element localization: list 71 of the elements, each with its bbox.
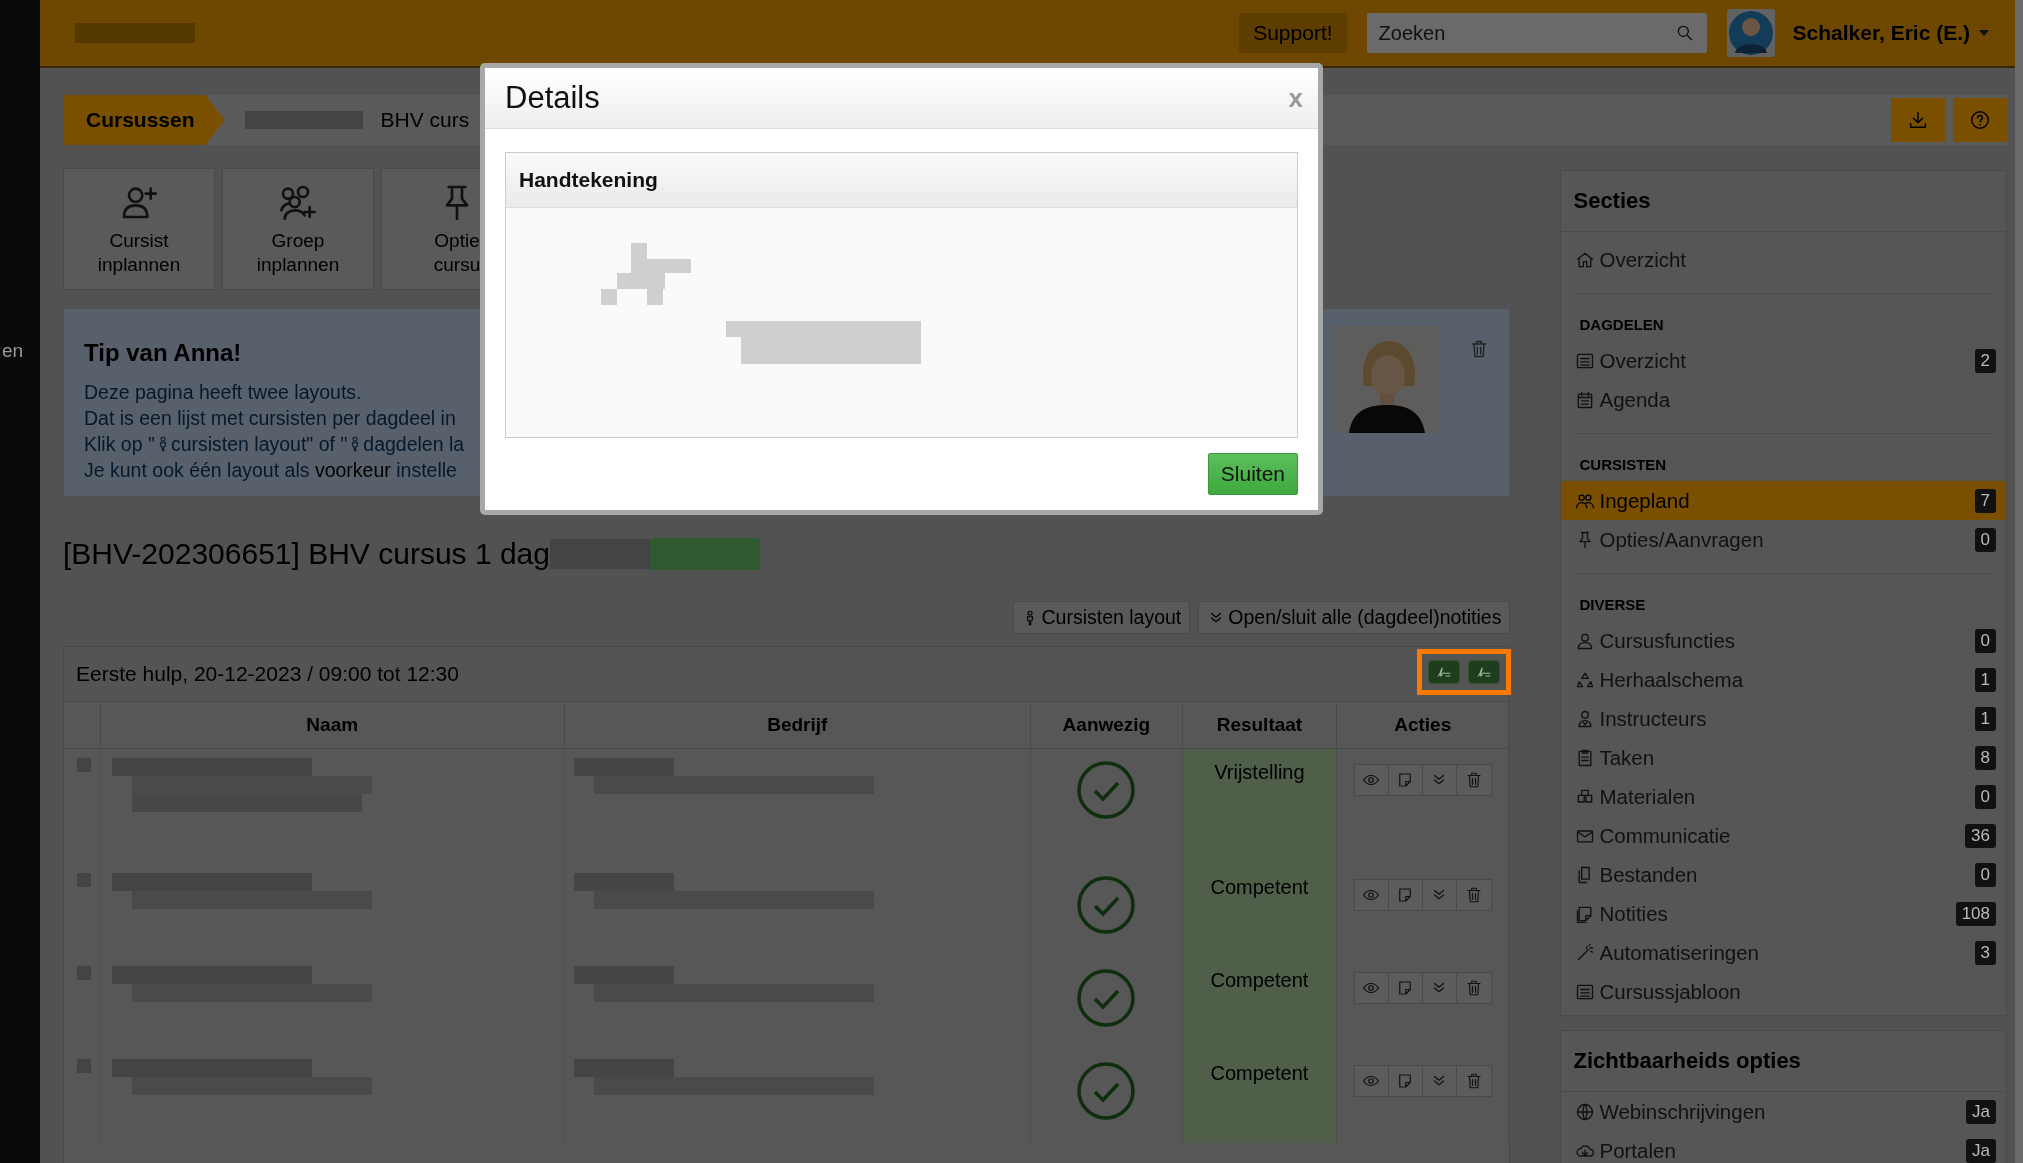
trash-icon bbox=[1464, 885, 1483, 904]
trash-icon bbox=[1464, 1071, 1483, 1090]
tip-text: Deze pagina heeft twee layouts. bbox=[84, 380, 362, 405]
count-badge: 7 bbox=[1974, 488, 1996, 513]
sidebar-label: en bbox=[2, 340, 25, 362]
sidebar-item[interactable]: Portalen Ja bbox=[1561, 1131, 2006, 1163]
download-button[interactable] bbox=[1891, 98, 1945, 142]
tip-text: Dat is een lijst met cursisten per dagdeel in bbox=[84, 406, 456, 431]
tip-text: cursisten layout" of " bbox=[170, 432, 348, 457]
column-header: Acties bbox=[1394, 714, 1452, 735]
trash-icon bbox=[1464, 771, 1483, 789]
sidebar-item[interactable]: Cursusfuncties 0 bbox=[1561, 621, 2006, 660]
sidebar-item[interactable]: Materialen 0 bbox=[1561, 777, 2006, 816]
avatar-icon[interactable] bbox=[1726, 9, 1775, 57]
count-badge: 3 bbox=[1974, 940, 1996, 965]
count-badge: 0 bbox=[1974, 527, 1996, 552]
trash-icon bbox=[1464, 978, 1483, 997]
sidebar-item[interactable]: Herhaalschema 1 bbox=[1561, 660, 2006, 699]
count-badge: 0 bbox=[1974, 628, 1996, 653]
sidebar-item[interactable]: Communicatie 36 bbox=[1561, 816, 2006, 855]
dialog-title: Details bbox=[505, 80, 601, 116]
sidebar-item[interactable]: Taken 8 bbox=[1561, 738, 2006, 777]
result-text: Competent bbox=[1210, 1061, 1309, 1084]
sidebar-item[interactable]: Ingepland 7 bbox=[1561, 481, 2006, 520]
download-icon bbox=[1907, 109, 1929, 131]
result-text: Competent bbox=[1210, 875, 1309, 898]
section-heading: DIVERSE bbox=[1579, 596, 1646, 613]
panel-title: Zichtbaarheids opties bbox=[1573, 1048, 1801, 1074]
tip-text: instelle bbox=[395, 458, 457, 483]
course-heading: [BHV-202306651] BHV cursus 1 dag bbox=[63, 537, 550, 571]
sidebar-item[interactable]: Webinschrijvingen Ja bbox=[1561, 1092, 2006, 1131]
close-dialog-button[interactable]: Sluiten bbox=[1207, 453, 1298, 495]
sidebar-item[interactable]: Opties/Aanvragen 0 bbox=[1561, 520, 2006, 559]
count-badge: 8 bbox=[1974, 745, 1996, 770]
count-badge: 1 bbox=[1974, 706, 1996, 731]
session-title: Eerste hulp, 20-12-2023 / 09:00 tot 12:30 bbox=[76, 662, 460, 686]
sidebar-item[interactable]: Overzicht 2 bbox=[1561, 341, 2006, 380]
column-header: Aanwezig bbox=[1062, 714, 1151, 735]
column-header: Naam bbox=[306, 714, 359, 735]
help-button[interactable] bbox=[1953, 98, 2007, 142]
help-icon bbox=[1969, 109, 1991, 131]
section-heading: DAGDELEN bbox=[1579, 316, 1664, 333]
panel-title: Secties bbox=[1573, 188, 1651, 214]
result-text: Competent bbox=[1210, 968, 1309, 991]
count-badge: 0 bbox=[1974, 862, 1996, 887]
column-header: Resultaat bbox=[1216, 714, 1303, 735]
sidebar-item[interactable]: Instructeurs 1 bbox=[1561, 699, 2006, 738]
globe-icon bbox=[1575, 1101, 1596, 1122]
count-badge: 36 bbox=[1965, 823, 1996, 848]
sidebar-item[interactable]: Notities 108 bbox=[1561, 894, 2006, 933]
section-heading: CURSISTEN bbox=[1579, 456, 1667, 473]
count-badge: 1 bbox=[1974, 667, 1996, 692]
value-badge: Ja bbox=[1966, 1138, 1996, 1163]
search-field[interactable]: Zoeken bbox=[1366, 13, 1707, 53]
tip-text: Klik op " bbox=[84, 432, 155, 457]
sidebar-item[interactable]: Automatiseringen 3 bbox=[1561, 933, 2006, 972]
tip-text: dagdelen la bbox=[363, 432, 465, 457]
tip-title: Tip van Anna! bbox=[84, 339, 243, 367]
signature-button[interactable] bbox=[1468, 660, 1501, 684]
result-text: Vrijstelling bbox=[1214, 761, 1305, 783]
count-badge: 2 bbox=[1974, 348, 1996, 373]
sidebar-item[interactable]: Bestanden 0 bbox=[1561, 855, 2006, 894]
value-badge: Ja bbox=[1966, 1099, 1996, 1124]
column-header: Bedrijf bbox=[767, 714, 828, 735]
tip-text: Je kunt ook één layout als bbox=[84, 458, 311, 483]
count-badge: 108 bbox=[1955, 901, 1996, 926]
scrollbar[interactable] bbox=[2015, 0, 2023, 1163]
count-badge: 0 bbox=[1974, 784, 1996, 809]
signature-button[interactable] bbox=[1428, 660, 1461, 684]
wand-icon bbox=[1575, 942, 1596, 963]
caret-icon bbox=[1978, 29, 1990, 37]
